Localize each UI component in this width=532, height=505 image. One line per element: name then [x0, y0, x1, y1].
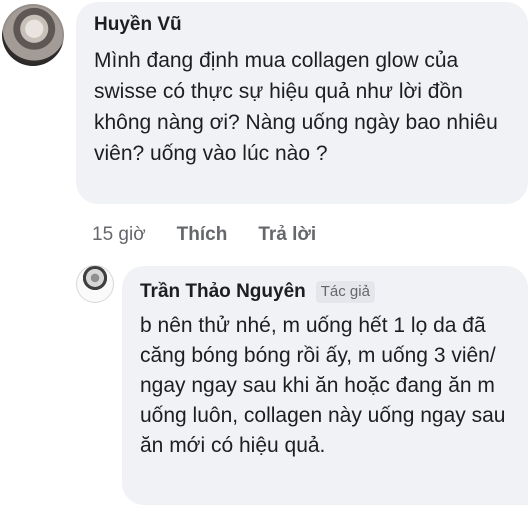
reply-author[interactable]: Trần Thảo Nguyên	[140, 281, 306, 303]
comment-time[interactable]: 15 giờ	[92, 223, 146, 247]
reply-text: b nên thử nhé, m uống hết 1 lọ da đã căn…	[140, 314, 506, 457]
comment-author[interactable]: Huyền Vũ	[94, 14, 182, 36]
reply-bubble: Trần Thảo Nguyên Tác giả b nên thử nhé, …	[122, 266, 528, 505]
author-badge: Tác giả	[315, 281, 375, 303]
reply-button[interactable]: Trả lời	[258, 223, 316, 247]
reply-avatar[interactable]	[76, 265, 114, 303]
comment-avatar[interactable]	[2, 4, 64, 66]
comment-actions: 15 giờ Thích Trả lời	[92, 221, 316, 249]
comment-text: Mình đang định mua collagen glow của swi…	[94, 49, 498, 165]
comment-bubble: Huyền Vũ Mình đang định mua collagen glo…	[76, 2, 528, 204]
like-button[interactable]: Thích	[177, 223, 228, 247]
reply-header: Trần Thảo Nguyên Tác giả	[140, 278, 375, 306]
